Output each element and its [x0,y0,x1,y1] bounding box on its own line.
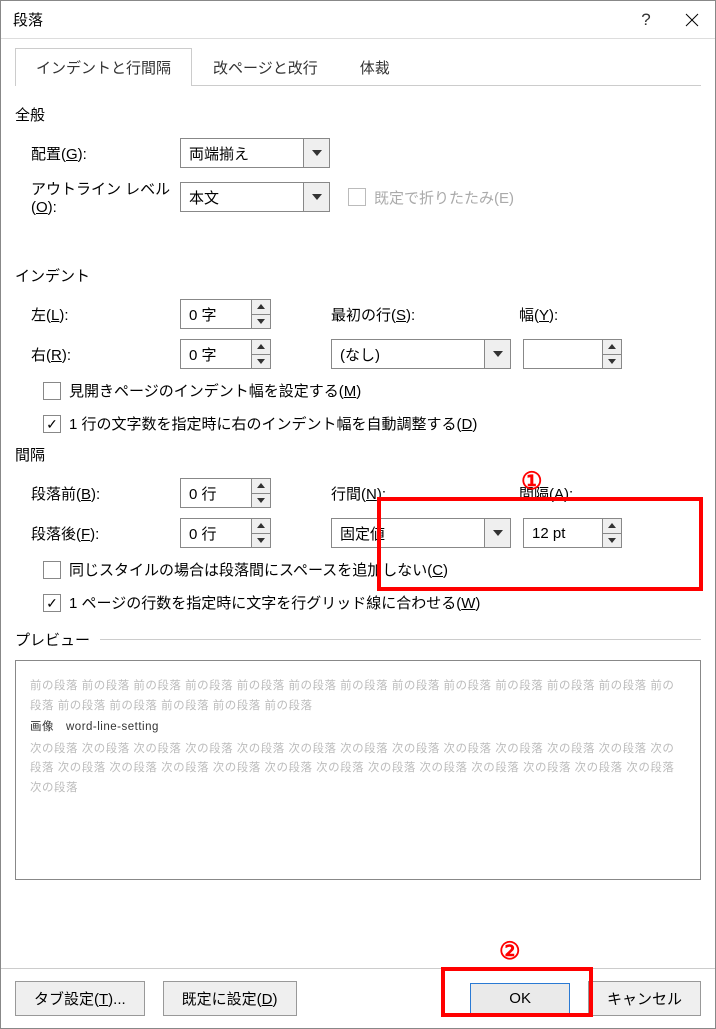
no-space-same-style-label: 同じスタイルの場合は段落間にスペースを追加しない(C) [69,559,448,580]
mirror-indent-label: 見開きページのインデント幅を設定する(M) [69,380,361,401]
section-indent: インデント [15,265,701,286]
first-line-dropdown-button[interactable] [484,340,510,368]
space-after-label: 段落後(F): [15,523,180,544]
preview-prev-text: 前の段落 前の段落 前の段落 前の段落 前の段落 前の段落 前の段落 前の段落 … [30,677,686,716]
section-general: 全般 [15,104,701,125]
spin-down[interactable] [252,494,270,508]
line-spacing-label: 行間(N): [331,483,451,504]
chevron-down-icon [493,351,503,357]
spin-up[interactable] [252,340,270,355]
outline-combo[interactable]: 本文 [180,182,330,212]
spin-down[interactable] [603,534,621,548]
section-preview: プレビュー [15,629,90,650]
close-icon [685,13,699,27]
set-default-button[interactable]: 既定に設定(D) [163,981,297,1016]
spin-up[interactable] [603,519,621,534]
outline-label: アウトライン レベル(O): [15,178,180,216]
space-after-spinner[interactable]: 0 行 [180,518,271,548]
snap-grid-label: 1 ページの行数を指定時に文字を行グリッド線に合わせる(W) [69,592,480,613]
alignment-label: 配置(G): [15,143,180,164]
spin-down[interactable] [603,355,621,369]
spin-up[interactable] [252,519,270,534]
tab-asian[interactable]: 体裁 [339,48,411,86]
tab-page-break[interactable]: 改ページと改行 [192,48,339,86]
space-before-spinner[interactable]: 0 行 [180,478,271,508]
alignment-dropdown-button[interactable] [303,139,329,167]
chevron-down-icon [493,530,503,536]
paragraph-dialog: 段落 ? インデントと行間隔 改ページと改行 体裁 全般 配置(G): 両端揃え… [0,0,716,1029]
tabs-button[interactable]: タブ設定(T)... [15,981,145,1016]
spin-up[interactable] [252,300,270,315]
tab-indent-spacing[interactable]: インデントと行間隔 [15,48,192,86]
close-button[interactable] [669,1,715,39]
outline-dropdown-button[interactable] [303,183,329,211]
chevron-down-icon [312,150,322,156]
preview-divider [100,639,701,640]
alignment-combo[interactable]: 両端揃え [180,138,330,168]
preview-box: 前の段落 前の段落 前の段落 前の段落 前の段落 前の段落 前の段落 前の段落 … [15,660,701,880]
snap-grid-checkbox[interactable]: ✓ [43,594,61,612]
spin-down[interactable] [252,534,270,548]
spacing-at-label: 間隔(A): [519,483,573,504]
auto-adjust-label: 1 行の文字数を指定時に右のインデント幅を自動調整する(D) [69,413,477,434]
auto-adjust-checkbox[interactable]: ✓ [43,415,61,433]
spin-down[interactable] [252,315,270,329]
section-spacing: 間隔 [15,444,701,465]
indent-width-label: 幅(Y): [519,304,558,325]
chevron-down-icon [312,194,322,200]
cancel-button[interactable]: キャンセル [588,981,701,1016]
preview-sample-text: 画像 word-line-setting [30,718,686,738]
spin-down[interactable] [252,355,270,369]
first-line-combo[interactable]: (なし) [331,339,511,369]
first-line-label: 最初の行(S): [331,304,451,325]
help-button[interactable]: ? [623,1,669,39]
preview-next-text: 次の段落 次の段落 次の段落 次の段落 次の段落 次の段落 次の段落 次の段落 … [30,740,686,799]
spin-up[interactable] [252,479,270,494]
window-title: 段落 [13,9,623,30]
indent-width-spinner[interactable] [523,339,622,369]
spacing-at-spinner[interactable]: 12 pt [523,518,622,548]
line-spacing-dropdown-button[interactable] [484,519,510,547]
no-space-same-style-checkbox[interactable] [43,561,61,579]
spin-up[interactable] [603,340,621,355]
collapse-checkbox [348,188,366,206]
space-before-label: 段落前(B): [15,483,180,504]
ok-button[interactable]: OK [470,983,570,1014]
titlebar: 段落 ? [1,1,715,39]
indent-left-spinner[interactable]: 0 字 [180,299,271,329]
indent-right-spinner[interactable]: 0 字 [180,339,271,369]
tab-strip: インデントと行間隔 改ページと改行 体裁 [15,47,701,86]
collapse-label: 既定で折りたたみ(E) [374,187,514,208]
line-spacing-combo[interactable]: 固定値 [331,518,511,548]
mirror-indent-checkbox[interactable] [43,382,61,400]
indent-right-label: 右(R): [15,344,180,365]
dialog-footer: タブ設定(T)... 既定に設定(D) OK キャンセル [1,968,715,1028]
indent-left-label: 左(L): [15,304,180,325]
